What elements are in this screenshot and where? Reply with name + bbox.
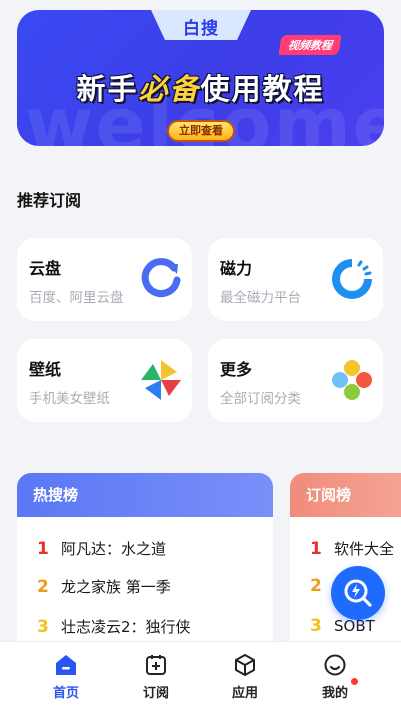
banner-title-part1: 新手 xyxy=(76,72,139,106)
card-title: 更多 xyxy=(220,360,253,379)
app-logo: 白搜 xyxy=(183,19,219,39)
rank-number: 3 xyxy=(37,617,49,637)
quick-search-button[interactable] xyxy=(331,566,385,620)
list-item[interactable]: 1 阿凡达：水之道 xyxy=(37,538,166,559)
card-subtitle: 全部订阅分类 xyxy=(220,391,301,407)
nav-label: 订阅 xyxy=(142,686,169,701)
nav-apps[interactable]: 应用 xyxy=(200,642,290,714)
card-more[interactable]: 更多 全部订阅分类 xyxy=(208,339,383,422)
magnet-spinner-icon xyxy=(332,259,372,299)
nav-label: 首页 xyxy=(52,686,79,701)
subscribe-icon xyxy=(146,655,166,675)
item-label: 壮志凌云2：独行侠 xyxy=(61,618,191,636)
card-title: 云盘 xyxy=(29,259,62,278)
cube-icon xyxy=(235,654,255,676)
card-title: 壁纸 xyxy=(29,360,62,379)
cloud-ring-icon xyxy=(141,258,181,298)
nav-home[interactable]: 首页 xyxy=(21,642,111,714)
rank-number: 3 xyxy=(310,616,322,636)
nav-label: 我的 xyxy=(321,686,348,701)
nav-label: 应用 xyxy=(231,686,258,701)
item-label: 阿凡达：水之道 xyxy=(61,540,167,558)
panel-title: 热搜榜 xyxy=(17,473,273,517)
pinwheel-icon xyxy=(141,360,181,400)
card-magnet[interactable]: 磁力 最全磁力平台 xyxy=(208,238,383,321)
card-cloud-drive[interactable]: 云盘 百度、阿里云盘 xyxy=(17,238,192,321)
notification-dot xyxy=(351,678,358,685)
card-subtitle: 最全磁力平台 xyxy=(220,290,301,306)
banner-title-part2: 使用教程 xyxy=(200,72,325,106)
card-subtitle: 百度、阿里云盘 xyxy=(29,290,124,306)
rank-number: 1 xyxy=(310,539,322,559)
section-title: 推荐订阅 xyxy=(17,191,82,210)
nav-profile[interactable]: 我的 xyxy=(290,642,380,714)
banner-title: 新手必备使用教程 xyxy=(17,66,384,108)
promo-banner[interactable]: welcome 白搜 视频教程 新手必备使用教程 立即查看 xyxy=(17,10,384,146)
rank-number: 2 xyxy=(37,577,49,597)
card-title: 磁力 xyxy=(220,259,253,278)
profile-icon xyxy=(324,654,346,676)
list-item[interactable]: 2 龙之家族 第一季 xyxy=(37,576,171,597)
rank-number: 1 xyxy=(37,539,49,559)
search-lightning-icon xyxy=(344,579,372,607)
hot-search-panel: 热搜榜 1 阿凡达：水之道 2 龙之家族 第一季 3 壮志凌云2：独行侠 xyxy=(17,473,273,663)
banner-title-highlight: 必备 xyxy=(138,72,201,106)
view-now-button[interactable]: 立即查看 xyxy=(167,120,235,142)
app-logo-tab: 白搜 xyxy=(151,10,251,40)
home-icon xyxy=(56,655,76,675)
card-wallpaper[interactable]: 壁纸 手机美女壁纸 xyxy=(17,339,192,422)
video-tutorial-badge: 视频教程 xyxy=(278,35,342,55)
panel-title: 订阅榜 xyxy=(290,473,401,517)
four-dots-icon xyxy=(332,360,372,400)
list-item[interactable]: 3 壮志凌云2：独行侠 xyxy=(37,616,191,637)
card-subtitle: 手机美女壁纸 xyxy=(29,391,110,407)
bottom-nav: 首页 订阅 应用 我的 xyxy=(0,641,401,714)
item-label: 龙之家族 第一季 xyxy=(61,578,171,596)
nav-subscribe[interactable]: 订阅 xyxy=(111,642,201,714)
list-item[interactable]: 1 软件大全 xyxy=(310,538,394,559)
item-label: 软件大全 xyxy=(334,540,395,558)
